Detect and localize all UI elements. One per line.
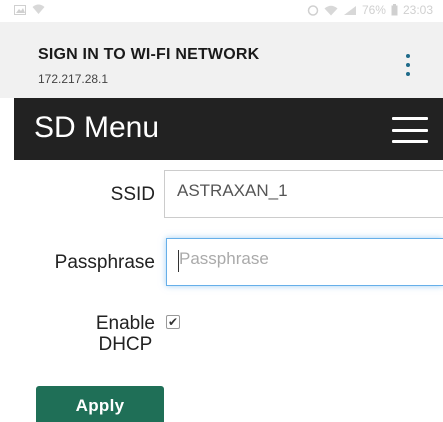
network-address: 172.217.28.1 bbox=[38, 72, 109, 86]
alarm-icon bbox=[307, 5, 319, 16]
page-title: SIGN IN TO WI-FI NETWORK bbox=[38, 46, 260, 63]
wifi-icon bbox=[324, 5, 338, 15]
app-header: SIGN IN TO WI-FI NETWORK 172.217.28.1 bbox=[0, 22, 443, 98]
passphrase-field-wrapper bbox=[166, 238, 443, 286]
status-icons-left bbox=[14, 4, 45, 15]
battery-icon bbox=[391, 4, 398, 16]
hamburger-icon[interactable] bbox=[392, 117, 428, 143]
dhcp-checkbox[interactable]: ✔ bbox=[166, 315, 180, 329]
overflow-menu-icon[interactable] bbox=[405, 54, 411, 76]
status-time: 23:03 bbox=[402, 3, 433, 17]
ssid-field[interactable]: ASTRAXAN_1 bbox=[164, 170, 443, 218]
wifi-question-icon bbox=[32, 4, 45, 14]
navbar-brand[interactable]: SD Menu bbox=[34, 111, 159, 145]
image-icon bbox=[14, 4, 26, 15]
signal-icon bbox=[343, 5, 356, 15]
passphrase-label: Passphrase bbox=[54, 252, 155, 273]
battery-percentage: 76% bbox=[361, 3, 386, 17]
dhcp-label: Enable DHCP bbox=[96, 313, 155, 355]
passphrase-input[interactable] bbox=[179, 249, 443, 269]
apply-button[interactable]: Apply bbox=[36, 386, 164, 422]
dhcp-label-line1: Enable bbox=[95, 313, 155, 334]
checkmark-icon: ✔ bbox=[167, 315, 179, 329]
status-bar: 76% 23:03 bbox=[0, 0, 443, 22]
status-icons-right: 76% 23:03 bbox=[307, 3, 433, 17]
text-caret bbox=[178, 250, 179, 272]
navbar: SD Menu bbox=[14, 98, 443, 160]
ssid-label: SSID bbox=[110, 184, 155, 205]
dhcp-label-line2: DHCP bbox=[98, 334, 153, 355]
